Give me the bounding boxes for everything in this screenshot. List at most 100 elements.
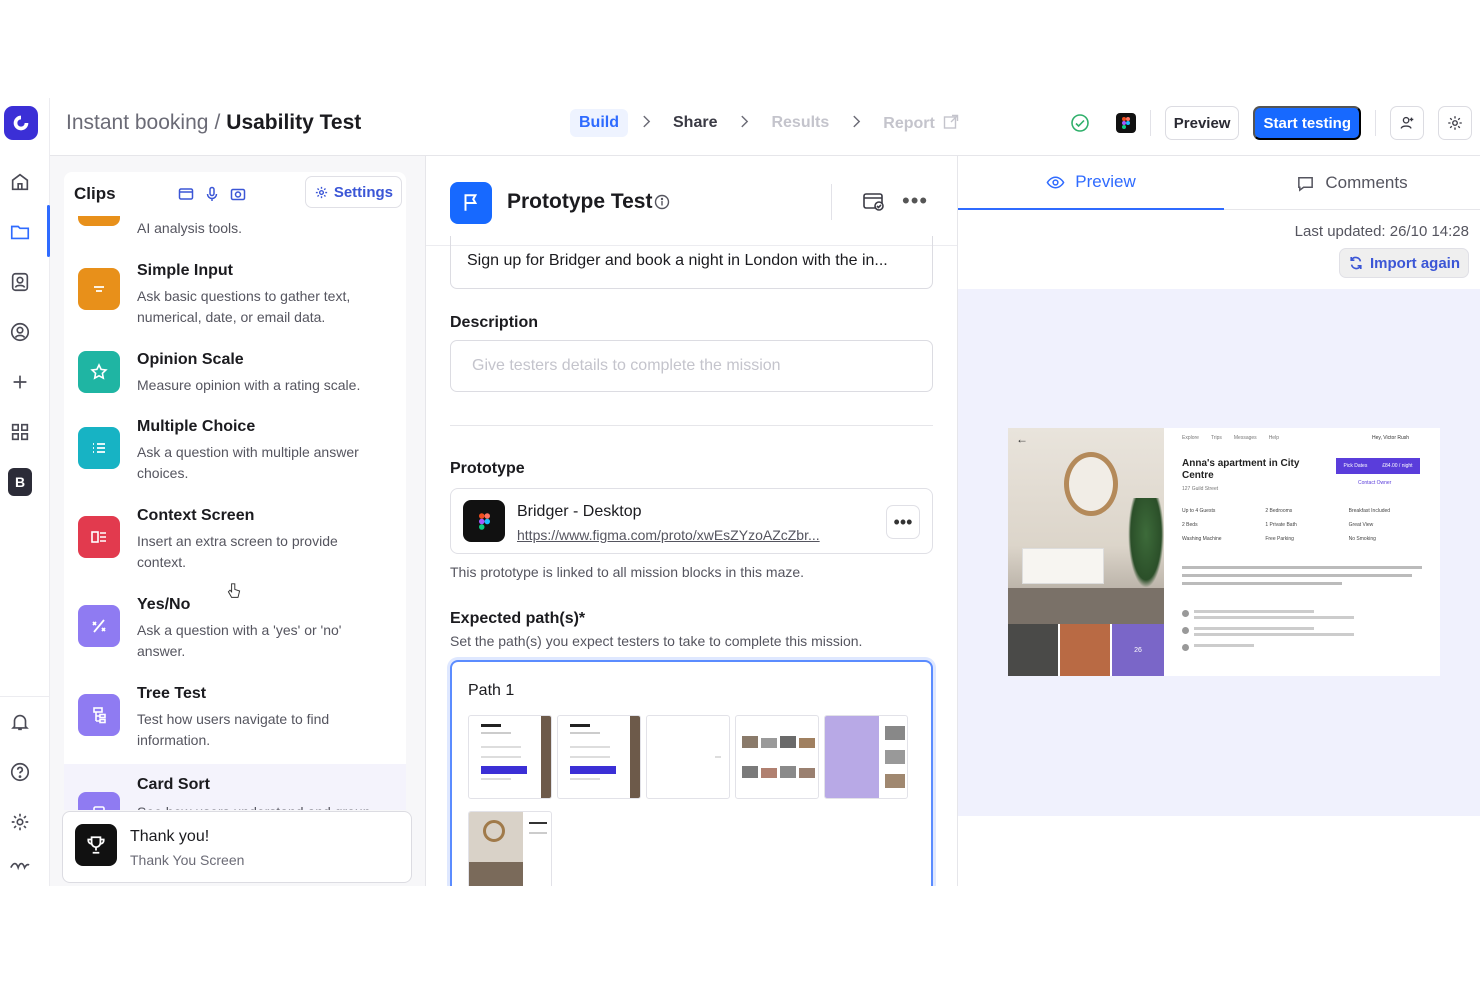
thank-you-title: Thank you! (130, 828, 210, 845)
clips-settings-button[interactable]: Settings (304, 176, 402, 208)
external-link-icon (944, 114, 959, 129)
shot-price: £84.00 / night (1382, 463, 1413, 469)
shot-amenity: Great View (1348, 522, 1374, 528)
shot-description-lines (1182, 566, 1432, 585)
gear-icon[interactable] (8, 810, 32, 834)
path-screen-thumbnail[interactable] (468, 811, 552, 886)
block-title: Multiple Choice (137, 418, 256, 435)
breadcrumb-parent[interactable]: Instant booking (66, 111, 208, 134)
chevron-right-icon (726, 115, 762, 131)
gear-icon (315, 186, 327, 198)
prototype-url-link[interactable]: https://www.figma.com/proto/xwEsZYzoAZcZ… (517, 527, 847, 543)
shot-amenity: Washing Machine (1182, 536, 1222, 542)
maze-logo[interactable] (4, 106, 38, 140)
chevron-right-icon (628, 115, 664, 131)
thank-you-block[interactable]: Thank you! Thank You Screen (62, 811, 412, 883)
block-desc: Test how users navigate to find informat… (137, 711, 330, 748)
settings-button[interactable] (1438, 106, 1472, 140)
shot-amenity: Breakfast Included (1348, 508, 1391, 514)
start-testing-button[interactable]: Start testing (1253, 106, 1361, 140)
cursor-icon (226, 582, 242, 605)
preview-panel: Preview Comments Last updated: 26/10 14:… (958, 156, 1480, 886)
shot-amenity: No Smoking (1348, 536, 1376, 542)
prototype-note: This prototype is linked to all mission … (450, 564, 805, 580)
path-card[interactable]: Path 1 (450, 660, 933, 886)
more-options-icon[interactable]: ••• (902, 188, 928, 214)
shot-nav: Explore Trips Messages Help (1182, 435, 1279, 441)
tab-comments[interactable]: Comments (1224, 156, 1480, 210)
shot-amenities: Up to 4 Guests 2 Bedrooms Breakfast Incl… (1182, 508, 1432, 542)
section-divider (450, 425, 933, 426)
shot-amenity: 2 Bedrooms (1265, 508, 1293, 514)
block-title: Simple Input (137, 262, 233, 279)
bell-icon[interactable] (8, 710, 32, 734)
import-again-button[interactable]: Import again (1338, 248, 1469, 278)
home-icon[interactable] (8, 170, 32, 194)
step-share[interactable]: Share (664, 109, 726, 137)
preview-tabs: Preview Comments (958, 156, 1480, 210)
expected-paths-help: Set the path(s) you expect testers to ta… (450, 633, 863, 649)
shot-amenity: Free Parking (1265, 536, 1294, 542)
tab-preview[interactable]: Preview (958, 156, 1224, 210)
block-card-sort[interactable]: Card Sort See how users understand and g… (64, 764, 406, 810)
step-build[interactable]: Build (570, 109, 628, 137)
shot-address: 127 Guild Street (1182, 486, 1219, 492)
header-divider (831, 184, 832, 220)
user-plus-icon (1400, 116, 1414, 129)
eye-icon (1046, 176, 1065, 188)
path-screen-thumbnail[interactable] (646, 715, 730, 799)
top-bar: Instant booking / Usability Test Build Sha… (50, 98, 1480, 156)
camera-icon (230, 188, 246, 201)
workspace-badge[interactable]: B (8, 468, 32, 496)
invite-user-button[interactable] (1390, 106, 1424, 140)
info-icon (654, 194, 670, 210)
task-input[interactable]: Sign up for Bridger and book a night in … (450, 236, 933, 289)
block-title: Context Screen (137, 507, 255, 524)
shot-title: Anna's apartment in City Centre (1182, 458, 1300, 481)
help-icon[interactable] (8, 760, 32, 784)
page-title[interactable]: Usability Test (226, 111, 361, 134)
left-rail: B (0, 98, 50, 886)
path-name: Path 1 (468, 682, 515, 699)
figma-icon (463, 500, 505, 542)
comment-icon (1298, 176, 1314, 192)
path-screen-thumbnail[interactable] (824, 715, 908, 799)
description-input[interactable]: Give testers details to complete the mis… (450, 340, 933, 392)
block-type-list: AI analysis tools. Simple Input Ask basi… (64, 216, 406, 810)
prototype-screenshot[interactable]: ← 26 Explore Trips Messages Help Hey, Vi… (1008, 428, 1440, 676)
clips-settings-label: Settings (333, 183, 393, 201)
partial-block-icon (78, 216, 120, 226)
saved-check-icon (1070, 113, 1090, 133)
preview-button[interactable]: Preview (1164, 106, 1240, 140)
step-report[interactable]: Report (874, 109, 968, 138)
maze-wordmark-icon[interactable] (8, 852, 32, 876)
path-screen-thumbnail[interactable] (557, 715, 641, 799)
block-title: Yes/No (137, 596, 191, 613)
partial-block-desc: AI analysis tools. (137, 220, 243, 236)
workflow-steps: Build Share Results Report (570, 108, 968, 138)
last-updated: Last updated: 26/10 14:28 (1294, 223, 1469, 240)
participants-icon[interactable] (8, 320, 32, 344)
path-screen-thumbnail[interactable] (735, 715, 819, 799)
apps-icon[interactable] (8, 420, 32, 444)
block-desc: Ask a question with a 'yes' or 'no' answ… (137, 622, 342, 659)
star-icon (78, 351, 120, 393)
shot-booking-box: Pick Dates £84.00 / night (1336, 458, 1420, 474)
shot-reviews (1182, 610, 1432, 651)
shot-nav-item: Help (1268, 435, 1279, 441)
plus-icon[interactable] (8, 370, 32, 394)
path-screen-thumbnail[interactable] (468, 715, 552, 799)
prototype-more-button[interactable]: ••• (886, 505, 920, 539)
block-title: Card Sort (137, 776, 210, 793)
shot-pick-dates: Pick Dates (1343, 463, 1368, 469)
clips-header: Clips Settings (64, 172, 406, 216)
prototype-label: Prototype (450, 460, 525, 477)
step-results[interactable]: Results (762, 109, 838, 137)
prototype-name: Bridger - Desktop (517, 503, 642, 520)
folder-icon[interactable] (8, 220, 32, 244)
thank-you-desc: Thank You Screen (130, 852, 245, 868)
screen-recording-icon[interactable] (862, 192, 886, 217)
contacts-icon[interactable] (8, 270, 32, 294)
app-window: B Instant booking / Usability Test Build S… (0, 98, 1480, 886)
figma-icon[interactable] (1115, 113, 1136, 133)
